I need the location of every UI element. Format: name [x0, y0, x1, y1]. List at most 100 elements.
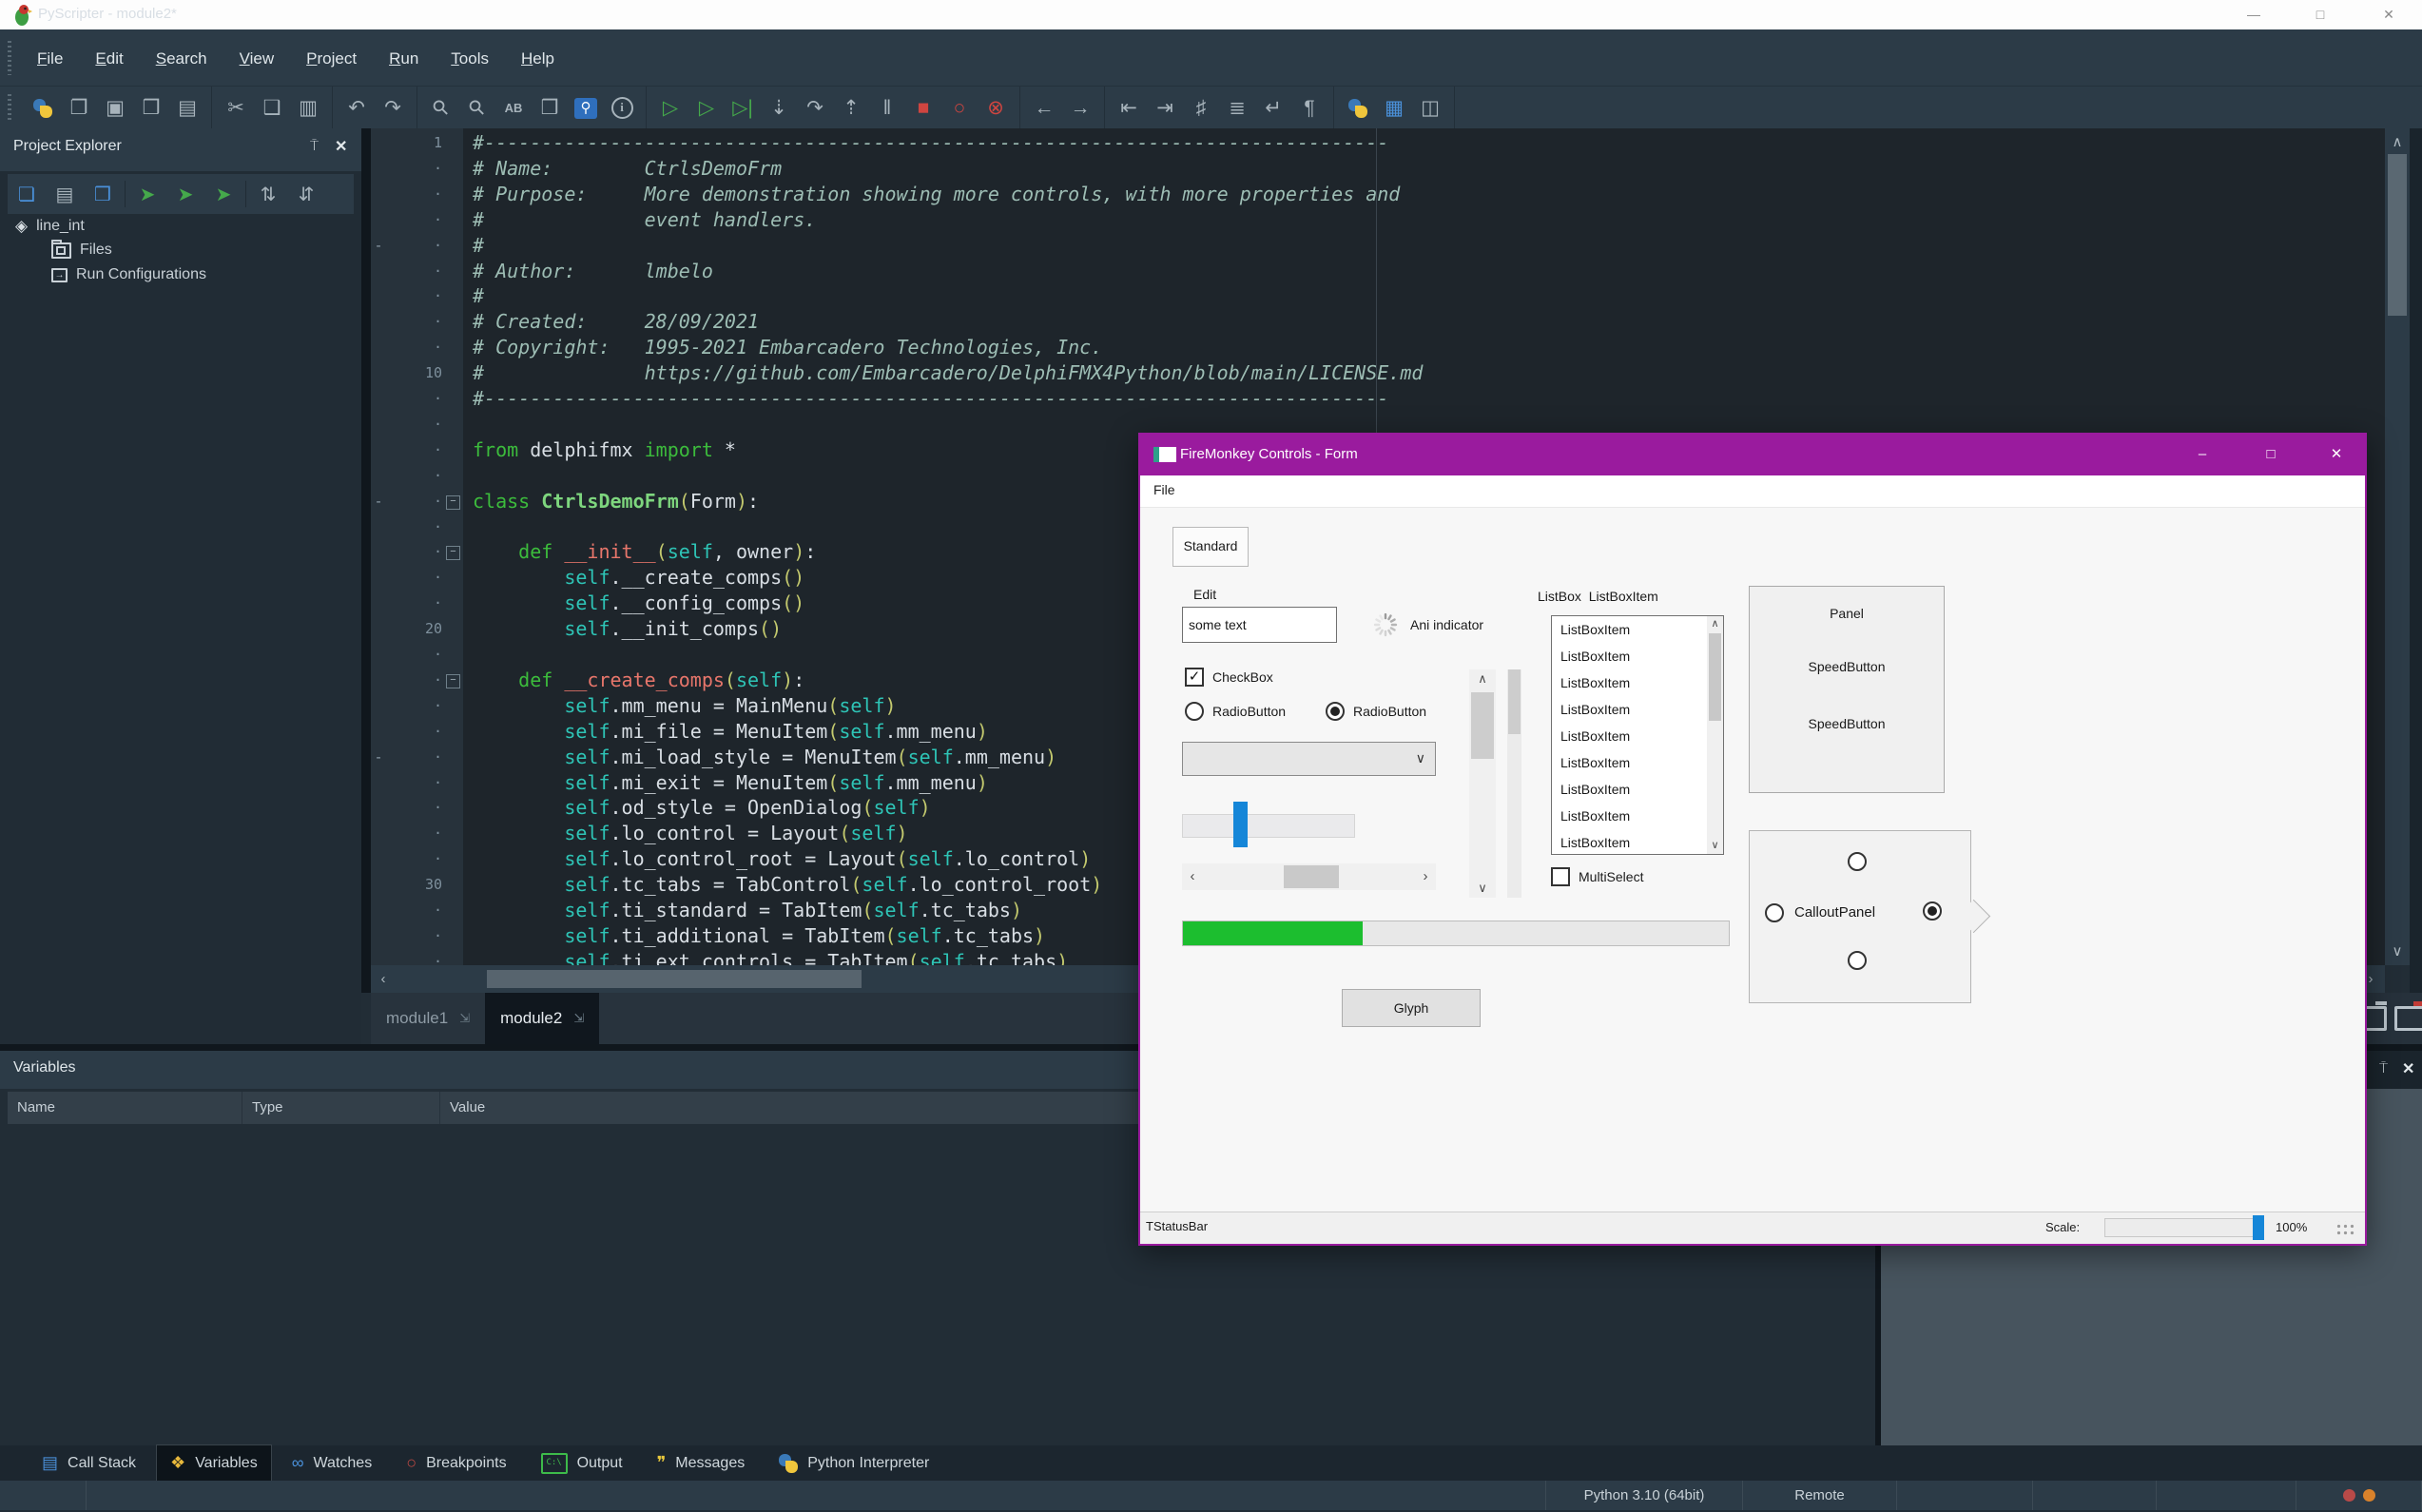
multiselect-checkbox[interactable] — [1551, 867, 1570, 886]
debug-project-button[interactable]: ➤ — [166, 177, 204, 211]
special-characters-button[interactable]: ♯ — [1183, 91, 1219, 126]
bottom-tab-watches[interactable]: ∞Watches — [279, 1445, 386, 1481]
speedbutton-2[interactable]: SpeedButton — [1750, 716, 1944, 731]
scroll-left-icon[interactable]: ‹ — [373, 965, 394, 993]
checkbox[interactable]: ✓ — [1185, 668, 1204, 687]
tree-item-files[interactable]: Files — [51, 242, 112, 259]
new-python-file-button[interactable] — [25, 91, 61, 126]
step-into-button[interactable]: ⇣ — [761, 91, 797, 126]
listbox-item[interactable]: ListBoxItem — [1552, 723, 1723, 749]
undo-button[interactable]: ↶ — [339, 91, 375, 126]
trackbar-thumb[interactable] — [1233, 802, 1248, 847]
glyph-button[interactable]: Glyph — [1342, 989, 1481, 1027]
scale-slider-thumb[interactable] — [2253, 1215, 2264, 1240]
menu-run[interactable]: Run — [373, 42, 435, 76]
scroll-down-icon[interactable]: ∨ — [1469, 881, 1496, 896]
new-project-button[interactable]: ❏ — [8, 177, 46, 211]
run-project-button[interactable]: ➤ — [128, 177, 166, 211]
save-project-button[interactable]: ❒ — [84, 177, 122, 211]
dialog-menu-file[interactable]: File — [1153, 482, 1175, 497]
scrollbar-narrow[interactable] — [1507, 669, 1521, 898]
fold-marker-icon[interactable]: − — [446, 674, 460, 688]
listbox-item[interactable]: ListBoxItem — [1552, 776, 1723, 803]
scrollbar-thumb[interactable] — [1284, 865, 1339, 888]
dialog-close-button[interactable]: ✕ — [2315, 435, 2357, 475]
pause-button[interactable]: ‖ — [869, 91, 905, 126]
fold-marker-icon[interactable]: − — [446, 495, 460, 510]
stop-button[interactable]: ■ — [905, 91, 941, 126]
maximize-button[interactable]: □ — [2298, 0, 2342, 29]
resize-grip[interactable] — [2336, 1221, 2355, 1236]
callout-radio-top[interactable] — [1848, 852, 1867, 871]
folder-tab-active-icon[interactable] — [2394, 1006, 2422, 1031]
run-to-cursor-button[interactable]: ▷| — [725, 91, 761, 126]
column-header-type[interactable]: Type — [242, 1092, 440, 1124]
fold-marker-icon[interactable]: − — [446, 546, 460, 560]
debug-button[interactable]: ▷ — [688, 91, 725, 126]
editor-vertical-scrollbar[interactable]: ∧ ∨ — [2385, 128, 2410, 965]
project-layers-button[interactable]: ▤ — [46, 177, 84, 211]
listbox-item[interactable]: ListBoxItem — [1552, 829, 1723, 855]
radiobutton-1[interactable] — [1185, 702, 1204, 721]
callout-radio-left[interactable] — [1765, 903, 1784, 922]
callout-radio-right[interactable] — [1923, 901, 1942, 921]
scroll-up-icon[interactable]: ∧ — [1707, 616, 1723, 632]
dialog-maximize-button[interactable]: □ — [2250, 435, 2292, 475]
print-button[interactable]: ▤ — [169, 91, 205, 126]
pin-icon[interactable]: ⍑ — [310, 138, 319, 154]
python-engine-button[interactable] — [1340, 91, 1376, 126]
show-whitespace-button[interactable]: ¶ — [1291, 91, 1327, 126]
scroll-left-icon[interactable]: ‹ — [1182, 863, 1203, 890]
save-all-button[interactable]: ❒ — [133, 91, 169, 126]
run-config-button[interactable]: ➤ — [204, 177, 242, 211]
vertical-scrollbar[interactable]: ∧ ∨ — [1469, 669, 1496, 898]
tab-standard[interactable]: Standard — [1172, 527, 1249, 567]
close-button[interactable]: ✕ — [2367, 0, 2411, 29]
word-wrap-button[interactable]: ↵ — [1255, 91, 1291, 126]
browser-search-button[interactable]: ⚲ — [568, 91, 604, 126]
step-over-button[interactable]: ↷ — [797, 91, 833, 126]
close-panel-icon[interactable]: ✕ — [335, 137, 347, 156]
horizontal-scrollbar[interactable]: ‹ › — [1182, 863, 1436, 890]
pin-icon[interactable]: ⍑ — [2379, 1060, 2388, 1076]
column-header-name[interactable]: Name — [8, 1092, 242, 1124]
bottom-tab-messages[interactable]: ❞Messages — [644, 1445, 759, 1481]
menu-file[interactable]: File — [21, 42, 79, 76]
clear-breakpoints-button[interactable]: ⊗ — [978, 91, 1014, 126]
search-again-button[interactable]: ⚲ — [459, 91, 495, 126]
listbox-scrollbar[interactable]: ∧ ∨ — [1707, 616, 1723, 854]
copy-button[interactable]: ❑ — [254, 91, 290, 126]
listbox-item[interactable]: ListBoxItem — [1552, 696, 1723, 723]
listbox-item[interactable]: ListBoxItem — [1552, 643, 1723, 669]
listbox-scroll-thumb[interactable] — [1709, 633, 1721, 721]
layout-table-button[interactable]: ▦ — [1376, 91, 1412, 126]
callout-radio-bottom[interactable] — [1848, 951, 1867, 970]
dedent-button[interactable]: ⇤ — [1111, 91, 1147, 126]
vscroll-thumb[interactable] — [2388, 154, 2407, 316]
bottom-tab-output[interactable]: C:\Output — [528, 1445, 636, 1481]
menubar-grip[interactable] — [8, 41, 11, 75]
listbox-item[interactable]: ListBoxItem — [1552, 749, 1723, 776]
run-button[interactable]: ▷ — [652, 91, 688, 126]
scroll-down-icon[interactable]: ∨ — [1707, 838, 1723, 854]
editor-tab-module1[interactable]: module1⇲ — [371, 993, 485, 1044]
find-in-files-button[interactable]: ❒ — [532, 91, 568, 126]
scale-slider[interactable] — [2104, 1218, 2255, 1237]
collapse-all-button[interactable]: ⇵ — [287, 177, 325, 211]
listbox-item[interactable]: ListBoxItem — [1552, 803, 1723, 829]
trackbar[interactable] — [1182, 814, 1355, 838]
toggle-breakpoint-button[interactable]: ○ — [941, 91, 978, 126]
tree-item-run-configurations[interactable]: →Run Configurations — [51, 266, 206, 283]
menu-help[interactable]: Help — [505, 42, 571, 76]
scroll-up-icon[interactable]: ∧ — [2387, 128, 2408, 156]
detach-tab-icon[interactable]: ⇲ — [459, 1011, 470, 1026]
scrollbar-thumb[interactable] — [1508, 669, 1521, 734]
redo-button[interactable]: ↷ — [375, 91, 411, 126]
line-numbers-button[interactable]: ≣ — [1219, 91, 1255, 126]
bottom-tab-variables[interactable]: ❖Variables — [157, 1445, 271, 1481]
hscroll-thumb[interactable] — [487, 970, 862, 988]
expand-all-button[interactable]: ⇅ — [249, 177, 287, 211]
bottom-tab-breakpoints[interactable]: ○Breakpoints — [393, 1445, 519, 1481]
explorer-editor-splitter[interactable] — [361, 128, 371, 993]
tree-item-line_int[interactable]: ◈line_int — [15, 217, 85, 236]
